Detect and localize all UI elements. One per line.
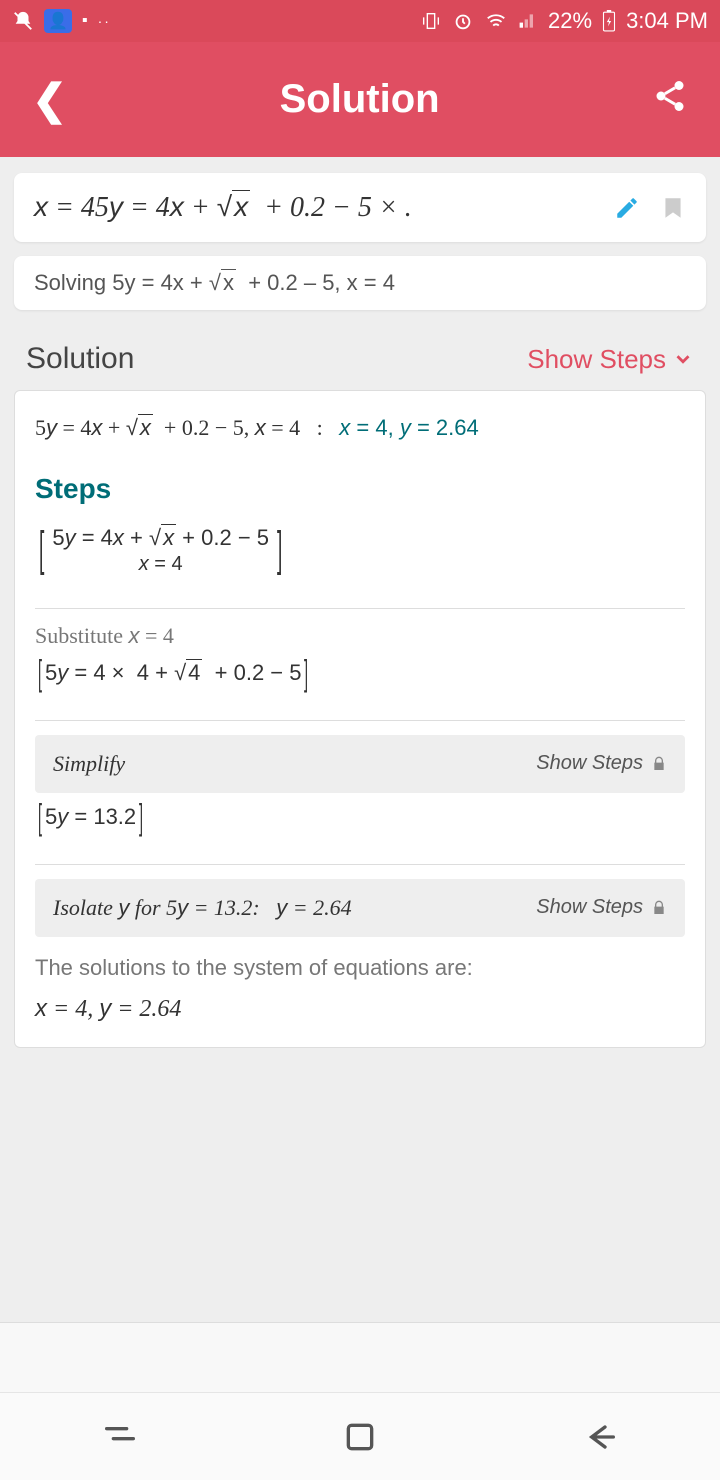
solution-label: Solution [26,342,134,376]
content-area: x = 45y = 4x + x + 0.2 − 5 × . Solving 5… [0,157,720,1322]
final-answer: x = 4, y = 2.64 [35,995,685,1023]
substitute-label: Substitute x = 4 [35,623,685,649]
substitute-eq: [ 5y = 4 × 4 + 4 + 0.2 − 5 ] [35,659,312,688]
solving-card: Solving 5y = 4x + x + 0.2 – 5, x = 4 [14,256,706,310]
status-right: 22% 3:04 PM [420,8,708,34]
signal-icon [518,11,538,31]
final-text: The solutions to the system of equations… [35,955,685,981]
alarm-icon [452,10,474,32]
battery-charging-icon [602,10,616,32]
status-bar: 👤 ▪ ·· 22% 3:04 PM [0,0,720,42]
divider [35,864,685,865]
show-steps-toggle[interactable]: Show Steps [527,344,694,375]
simplify-result: [ 5y = 13.2 ] [35,803,146,832]
android-nav-bar [0,1392,720,1480]
bookmark-icon[interactable] [660,193,686,223]
more-icon: ·· [98,13,111,29]
notification-dot-icon: ▪ [82,12,88,30]
app-indicator-icon: 👤 [44,9,72,33]
app-bar: ❮ Solution [0,42,720,157]
steps-heading: Steps [35,473,685,505]
back-button[interactable]: ❮ [32,75,67,124]
system-bracket: [ 5y = 4x + x + 0.2 − 5 x = 4 ] [35,525,286,576]
result-line: 5y = 4x + x + 0.2 − 5, x = 4 : x = 4, y … [35,415,685,441]
back-nav-button[interactable] [580,1417,620,1457]
simplify-label: Simplify [53,751,125,777]
page-title: Solution [280,77,440,122]
solution-body: 5y = 4x + x + 0.2 − 5, x = 4 : x = 4, y … [14,390,706,1048]
recent-apps-button[interactable] [100,1417,140,1457]
status-left: 👤 ▪ ·· [12,9,111,33]
battery-percent: 22% [548,8,592,34]
edit-icon[interactable] [614,195,640,221]
show-steps-locked[interactable]: Show Steps [536,752,667,775]
vibrate-icon [420,10,442,32]
equation-text: x = 45y = 4x + x + 0.2 − 5 × . [34,191,412,224]
isolate-row[interactable]: Isolate y for 5y = 13.2: y = 2.64 Show S… [35,879,685,937]
simplify-row[interactable]: Simplify Show Steps [35,735,685,793]
bell-off-icon [12,10,34,32]
equation-card: x = 45y = 4x + x + 0.2 − 5 × . [14,173,706,242]
chevron-down-icon [672,348,694,370]
share-button[interactable] [652,76,688,124]
lock-icon [651,900,667,916]
isolate-label: Isolate y for 5y = 13.2: y = 2.64 [53,895,352,921]
clock-time: 3:04 PM [626,8,708,34]
solving-text: Solving 5y = 4x + x + 0.2 – 5, x = 4 [34,270,395,296]
divider [35,608,685,609]
lock-icon [651,756,667,772]
show-steps-locked[interactable]: Show Steps [536,896,667,919]
home-button[interactable] [340,1417,380,1457]
divider [35,720,685,721]
wifi-icon [484,10,508,32]
solution-section-header: Solution Show Steps [14,324,706,390]
bottom-strip [0,1322,720,1392]
